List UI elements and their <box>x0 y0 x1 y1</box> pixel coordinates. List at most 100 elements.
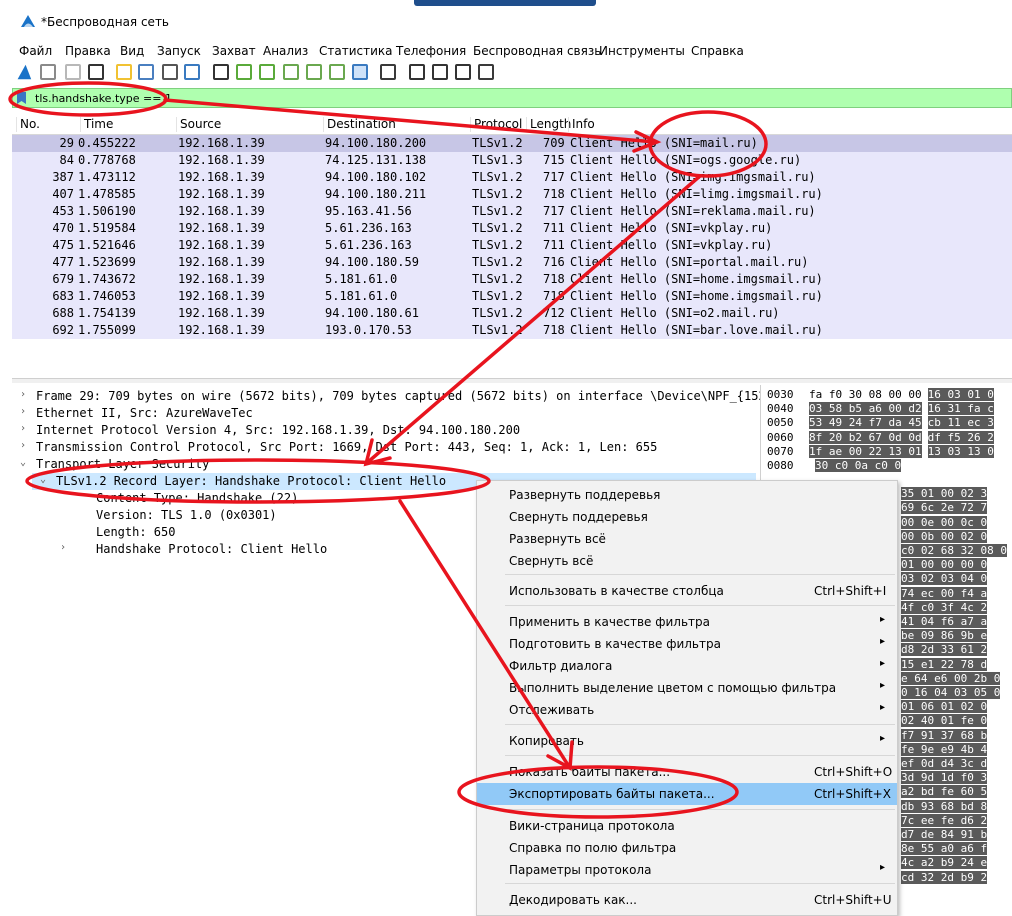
back-icon[interactable] <box>236 64 252 80</box>
expanded-arrow-icon[interactable]: ⌄ <box>20 457 26 468</box>
resize-columns-icon[interactable] <box>478 64 494 80</box>
column-header[interactable]: Time <box>80 117 113 132</box>
bytes-hex-selected[interactable]: 4c a2 b9 24 e <box>901 856 988 870</box>
bytes-hex-selected[interactable]: 7c ee fe d6 2 <box>901 813 988 827</box>
context-menu-item[interactable]: Свернуть всё <box>477 550 897 572</box>
packet-row[interactable]: 407 1.478585 192.168.1.39 94.100.180.211 TLS… <box>12 186 1012 203</box>
bytes-hex-selected[interactable]: e 64 e6 00 2b 0 <box>901 671 1001 685</box>
context-menu-item[interactable]: Использовать в качестве столбца Ctrl+Shif… <box>477 580 897 602</box>
menu-9[interactable]: Инструменты <box>599 42 685 58</box>
bytes-hex-selected[interactable]: a2 bd fe 60 5 <box>901 785 988 799</box>
close-file-icon[interactable] <box>162 64 178 80</box>
bytes-hex-selected[interactable]: c0 02 68 32 08 0 <box>901 544 1007 557</box>
bytes-hex-selected[interactable]: 15 e1 22 78 d <box>901 657 988 671</box>
options-gear-icon[interactable] <box>88 64 104 80</box>
menu-7[interactable]: Телефония <box>396 42 466 58</box>
find-icon[interactable] <box>213 64 229 80</box>
detail-tree-item[interactable]: › Ethernet II, Src: AzureWaveTec <box>12 405 756 422</box>
pane-splitter[interactable] <box>12 378 1012 383</box>
packet-row[interactable]: 84 0.778768 192.168.1.39 74.125.131.138 TLSv… <box>12 152 1012 169</box>
packet-row[interactable]: 470 1.519584 192.168.1.39 5.61.236.163 TLSv1… <box>12 220 1012 237</box>
bytes-hex[interactable]: fa f0 30 08 00 00 16 03 01 0 <box>809 388 994 401</box>
bytes-hex-selected[interactable]: 35 01 00 02 3 <box>901 487 988 501</box>
display-filter-input[interactable] <box>33 90 997 106</box>
menu-3[interactable]: Запуск <box>157 42 201 58</box>
shark-fin-icon[interactable] <box>17 64 32 80</box>
bytes-hex-selected[interactable]: 01 06 01 02 0 <box>901 700 988 714</box>
save-file-icon[interactable] <box>138 64 154 80</box>
goto-icon[interactable] <box>283 64 299 80</box>
bytes-hex-selected[interactable]: d8 2d 33 61 2 <box>901 643 988 657</box>
bytes-hex[interactable]: 1f ae 00 22 13 01 13 03 13 0 <box>809 444 994 458</box>
packet-row[interactable]: 688 1.754139 192.168.1.39 94.100.180.61 TLSv… <box>12 305 1012 322</box>
bytes-hex-selected[interactable]: 0 16 04 03 05 0 <box>901 686 1001 699</box>
menu-4[interactable]: Захват <box>212 42 256 58</box>
packet-row[interactable]: 692 1.755099 192.168.1.39 193.0.170.53 TLSv1… <box>12 322 1012 339</box>
detail-tree-item[interactable]: › Transmission Control Protocol, Src Port… <box>12 439 756 456</box>
context-menu-item[interactable]: Показать байты пакета... Ctrl+Shift+O <box>477 761 897 783</box>
menu-6[interactable]: Статистика <box>319 42 393 58</box>
column-header[interactable]: Source <box>176 117 221 132</box>
context-menu-item[interactable]: Копировать ▸ <box>477 730 897 752</box>
zoom-out-icon[interactable] <box>432 64 448 80</box>
bytes-hex-selected[interactable]: 01 00 00 00 0 <box>901 558 988 572</box>
collapsed-arrow-icon[interactable]: › <box>20 423 26 434</box>
column-header[interactable]: No. <box>16 117 40 132</box>
column-header[interactable]: Destination <box>323 117 396 132</box>
context-menu-item[interactable]: Применить в качестве фильтра ▸ <box>477 611 897 633</box>
bytes-hex-selected[interactable]: 4f c0 3f 4c 2 <box>901 600 988 614</box>
context-menu-item[interactable]: Параметры протокола ▸ <box>477 859 897 881</box>
menu-0[interactable]: Файл <box>19 42 52 58</box>
detail-tree-item[interactable]: › Internet Protocol Version 4, Src: 192.1… <box>12 422 756 439</box>
bytes-hex-selected[interactable]: 00 0e 00 0c 0 <box>901 515 988 529</box>
bytes-hex-selected[interactable]: 74 ec 00 f4 a <box>901 586 988 600</box>
restart-icon[interactable] <box>65 64 81 80</box>
bytes-hex[interactable]: 30 c0 0a c0 0 <box>809 459 902 472</box>
zoom-in-icon[interactable] <box>409 64 425 80</box>
packet-row[interactable]: 679 1.743672 192.168.1.39 5.181.61.0 TLSv1.2… <box>12 271 1012 288</box>
context-menu-item[interactable]: Развернуть всё <box>477 528 897 550</box>
bytes-hex-selected[interactable]: 69 6c 2e 72 7 <box>901 501 988 515</box>
stop-icon[interactable] <box>40 64 56 80</box>
packet-row[interactable]: 683 1.746053 192.168.1.39 5.181.61.0 TLSv1.2… <box>12 288 1012 305</box>
bytes-hex[interactable]: 03 58 b5 a6 00 d2 16 31 fa c <box>809 402 994 416</box>
packet-row[interactable]: 387 1.473112 192.168.1.39 94.100.180.102 TLS… <box>12 169 1012 186</box>
column-header[interactable]: Info <box>568 117 595 132</box>
context-menu-item[interactable]: Экспортировать байты пакета... Ctrl+Shift… <box>477 783 897 805</box>
bytes-hex-selected[interactable]: 02 40 01 fe 0 <box>901 714 988 728</box>
packet-row[interactable]: 453 1.506190 192.168.1.39 95.163.41.56 TLSv1… <box>12 203 1012 220</box>
context-menu-item[interactable]: Фильтр диалога ▸ <box>477 655 897 677</box>
forward-icon[interactable] <box>259 64 275 80</box>
menu-2[interactable]: Вид <box>120 42 144 58</box>
bookmark-icon[interactable] <box>17 92 26 104</box>
detail-tree-item[interactable]: ⌄ Transport Layer Security <box>12 456 756 473</box>
autoscroll-icon[interactable] <box>352 64 368 80</box>
expanded-arrow-icon[interactable]: ⌄ <box>40 474 46 485</box>
context-menu-item[interactable]: Справка по полю фильтра <box>477 837 897 859</box>
bytes-hex-selected[interactable]: 8e 55 a0 a6 f <box>901 842 988 856</box>
colorize-icon[interactable] <box>380 64 396 80</box>
bytes-hex-selected[interactable]: ef 0d d4 3c d <box>901 757 988 770</box>
bytes-hex-selected[interactable]: d7 de 84 91 b <box>901 828 988 841</box>
open-folder-icon[interactable] <box>116 64 132 80</box>
context-menu-item[interactable]: Выполнить выделение цветом с помощью фил… <box>477 677 897 699</box>
bytes-hex-selected[interactable]: fe 9e e9 4b 4 <box>901 742 988 756</box>
context-menu-item[interactable]: Развернуть поддеревья <box>477 484 897 506</box>
bytes-hex-selected[interactable]: 3d 9d 1d f0 3 <box>901 771 988 785</box>
last-icon[interactable] <box>329 64 345 80</box>
packet-row[interactable]: 477 1.523699 192.168.1.39 94.100.180.59 TLSv… <box>12 254 1012 271</box>
column-header[interactable]: Length <box>526 117 571 132</box>
zoom-reset-icon[interactable] <box>455 64 471 80</box>
bytes-hex-selected[interactable]: 00 0b 00 02 0 <box>901 529 988 543</box>
menu-10[interactable]: Справка <box>691 42 744 58</box>
menu-8[interactable]: Беспроводная связь <box>473 42 601 58</box>
bytes-hex-selected[interactable]: be 09 86 9b e <box>901 629 988 643</box>
reload-icon[interactable] <box>184 64 200 80</box>
collapsed-arrow-icon[interactable]: › <box>20 440 26 451</box>
bytes-hex[interactable]: 8f 20 b2 67 0d 0d df f5 26 2 <box>809 430 994 444</box>
context-menu-item[interactable]: Декодировать как... Ctrl+Shift+U <box>477 889 897 911</box>
collapsed-arrow-icon[interactable]: › <box>20 389 26 400</box>
first-icon[interactable] <box>306 64 322 80</box>
packet-row[interactable]: 475 1.521646 192.168.1.39 5.61.236.163 TLSv1… <box>12 237 1012 254</box>
context-menu-item[interactable]: Свернуть поддеревья <box>477 506 897 528</box>
